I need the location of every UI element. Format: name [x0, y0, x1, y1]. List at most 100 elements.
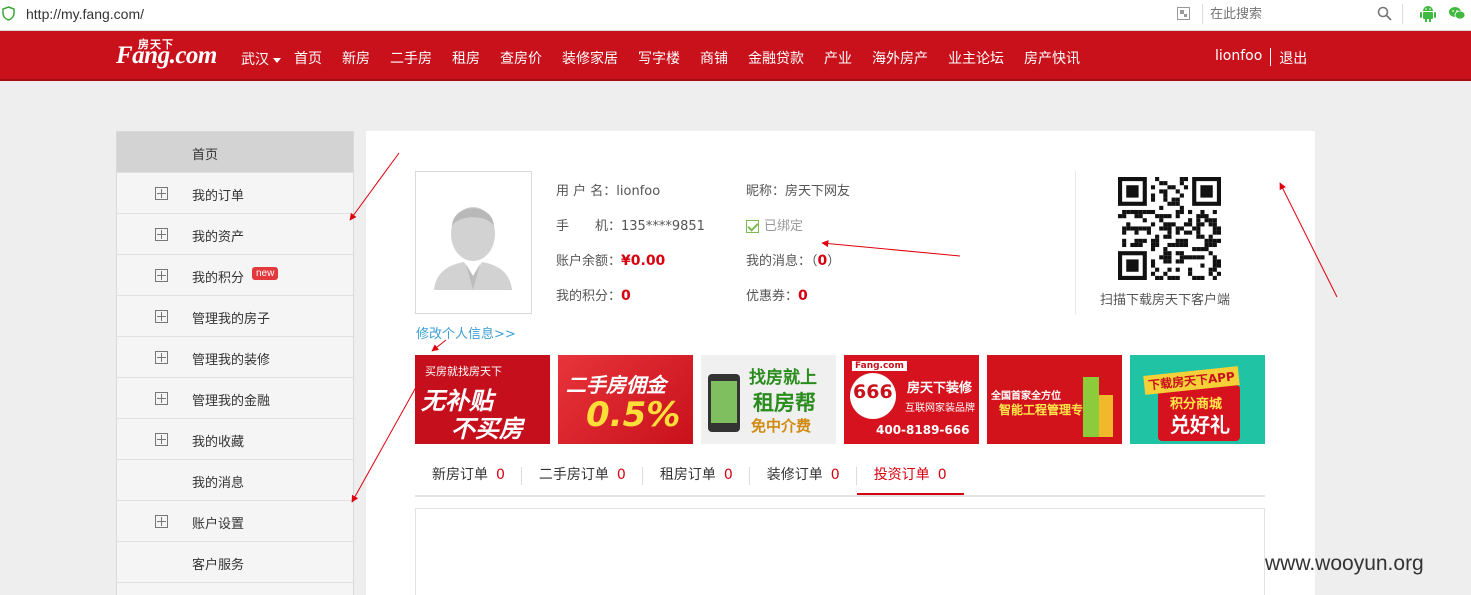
nav-link[interactable]: 业主论坛 [948, 48, 1004, 68]
chevron-down-icon [273, 57, 281, 63]
qrcode-mini-icon[interactable] [1177, 7, 1190, 20]
sidebar-item[interactable]: 我的消息 [117, 460, 353, 501]
sidebar-item[interactable]: 我的资产 [117, 214, 353, 255]
username-label: 用 户 名： [556, 184, 617, 199]
bound-label: 已绑定 [764, 219, 804, 234]
sidebar-item[interactable]: 管理我的装修 [117, 337, 353, 378]
expand-plus-icon[interactable] [155, 269, 168, 282]
user-menu: lionfoo 退出 [1215, 48, 1307, 68]
wechat-icon[interactable] [1448, 4, 1466, 23]
nav-link[interactable]: 装修家居 [562, 48, 618, 68]
expand-plus-icon[interactable] [155, 433, 168, 446]
sidebar-item-label: 我的消息 [192, 476, 245, 491]
sidebar-item-label: 管理我的房子 [192, 312, 271, 327]
promo-banners: 买房就找房天下 无补贴 不买房 二手房佣金 0.5% 找房就上 租房帮 免中介费… [415, 355, 1273, 444]
divider [1270, 48, 1272, 66]
expand-plus-icon[interactable] [155, 392, 168, 405]
banner-text: 智能工程管理专家 [999, 403, 1096, 417]
points-value[interactable]: 0 [621, 288, 631, 304]
order-tab-label: 租房订单 [659, 467, 716, 483]
sidebar-item[interactable]: 账户设置 [117, 501, 353, 542]
messages-close: ） [827, 254, 841, 269]
order-list-area [415, 508, 1265, 595]
messages-count[interactable]: 0 [818, 253, 828, 269]
nav-link[interactable]: 写字楼 [638, 48, 680, 68]
order-tab[interactable]: 租房订单 0 [643, 456, 750, 495]
nav-link[interactable]: 查房价 [500, 48, 542, 68]
url-text[interactable]: http://my.fang.com/ [26, 6, 144, 22]
divider [1075, 171, 1076, 314]
phone-value: 135****9851 [621, 219, 705, 234]
order-tab[interactable]: 二手房订单 0 [522, 456, 643, 495]
expand-plus-icon[interactable] [155, 515, 168, 528]
edit-profile-link[interactable]: 修改个人信息>> [416, 323, 516, 342]
banner-no-subsidy[interactable]: 买房就找房天下 无补贴 不买房 [415, 355, 550, 444]
balance-row: 账户余额：¥0.00 [556, 250, 665, 269]
watermark: www.wooyun.org [1265, 552, 1424, 575]
coupons-label: 优惠券： [746, 289, 799, 304]
order-tab[interactable]: 新房订单 0 [415, 456, 522, 495]
nav-link[interactable]: 海外房产 [872, 48, 928, 68]
messages-row: 我的消息：（0） [746, 250, 840, 269]
nickname-value: 房天下网友 [785, 184, 851, 199]
sidebar-item[interactable]: 我的订单 [117, 173, 353, 214]
city-selector[interactable]: 武汉 [241, 49, 281, 69]
nav-link[interactable]: 产业 [824, 48, 852, 68]
expand-plus-icon[interactable] [155, 228, 168, 241]
banner-text: 二手房佣金 [566, 373, 666, 397]
order-tab-label: 二手房订单 [538, 467, 609, 483]
expand-plus-icon[interactable] [155, 187, 168, 200]
nickname-label: 昵称： [746, 184, 786, 199]
banner-text: 不买房 [451, 415, 523, 443]
order-tab-count: 0 [723, 467, 733, 483]
banner-text: 免中介费 [751, 417, 812, 435]
username-value: lionfoo [616, 184, 661, 199]
browser-address-bar: http://my.fang.com/ [0, 0, 1471, 31]
phone-bound-status: 已绑定 [746, 215, 803, 234]
nav-link[interactable]: 首页 [294, 48, 322, 68]
banner-resale-commission[interactable]: 二手房佣金 0.5% [558, 355, 693, 444]
username-link[interactable]: lionfoo [1215, 48, 1262, 68]
banner-app-download[interactable]: 下载房天下APP 积分商城 兑好礼 [1130, 355, 1265, 444]
default-avatar-icon [434, 207, 512, 290]
sidebar-item[interactable]: 我的积分 new [117, 255, 353, 296]
nav-link[interactable]: 商铺 [700, 48, 728, 68]
nav-link[interactable]: 租房 [452, 48, 480, 68]
order-tab-label: 装修订单 [766, 467, 823, 483]
expand-plus-icon[interactable] [155, 310, 168, 323]
sidebar-item[interactable]: 首页 [117, 132, 353, 173]
order-tabs: 新房订单 0 二手房订单 0 租房订单 0 装修订单 0 投资订单 0 [415, 456, 1265, 497]
points-row: 我的积分：0 [556, 285, 631, 304]
banner-renovation[interactable]: Fang.com 666 房天下装修 互联网家装品牌 400-8189-666 [844, 355, 979, 444]
nav-link[interactable]: 金融贷款 [748, 48, 804, 68]
sidebar-item[interactable]: 我的收藏 [117, 419, 353, 460]
balance-label: 账户余额： [556, 254, 622, 269]
avatar[interactable] [415, 171, 532, 314]
order-tab[interactable]: 装修订单 0 [750, 456, 857, 495]
browser-search-input[interactable] [1210, 3, 1370, 25]
sidebar-item-label: 我的收藏 [192, 435, 245, 450]
sidebar-item[interactable]: 客户服务 [117, 542, 353, 583]
main-panel: 修改个人信息>> 用 户 名：lionfoo 昵称：房天下网友 手 机：135*… [366, 131, 1315, 595]
logout-link[interactable]: 退出 [1279, 48, 1307, 68]
coupons-row: 优惠券：0 [746, 285, 808, 304]
banner-rental-helper[interactable]: 找房就上 租房帮 免中介费 [701, 355, 836, 444]
nav-link[interactable]: 新房 [342, 48, 370, 68]
nav-link[interactable]: 房产快讯 [1024, 48, 1080, 68]
nav-link[interactable]: 二手房 [390, 48, 432, 68]
banner-smart-construction[interactable]: 全国首家全方位 智能工程管理专家 [987, 355, 1122, 444]
divider [1202, 4, 1203, 24]
username-row: 用 户 名：lionfoo [556, 180, 660, 199]
order-tab[interactable]: 投资订单 0 [856, 456, 964, 495]
order-tab-count: 0 [937, 467, 947, 483]
sidebar-item-label: 我的积分 [192, 271, 245, 286]
android-icon[interactable] [1419, 4, 1437, 23]
coupons-value[interactable]: 0 [798, 288, 808, 304]
sidebar-item[interactable]: 管理我的房子 [117, 296, 353, 337]
fang-logo[interactable]: 房天下 Fang.com [116, 35, 234, 75]
banner-text: 0.5% [586, 395, 681, 435]
app-download-qrcode [1118, 177, 1221, 280]
expand-plus-icon[interactable] [155, 351, 168, 364]
sidebar-item[interactable]: 管理我的金融 [117, 378, 353, 419]
search-icon[interactable] [1377, 6, 1392, 21]
